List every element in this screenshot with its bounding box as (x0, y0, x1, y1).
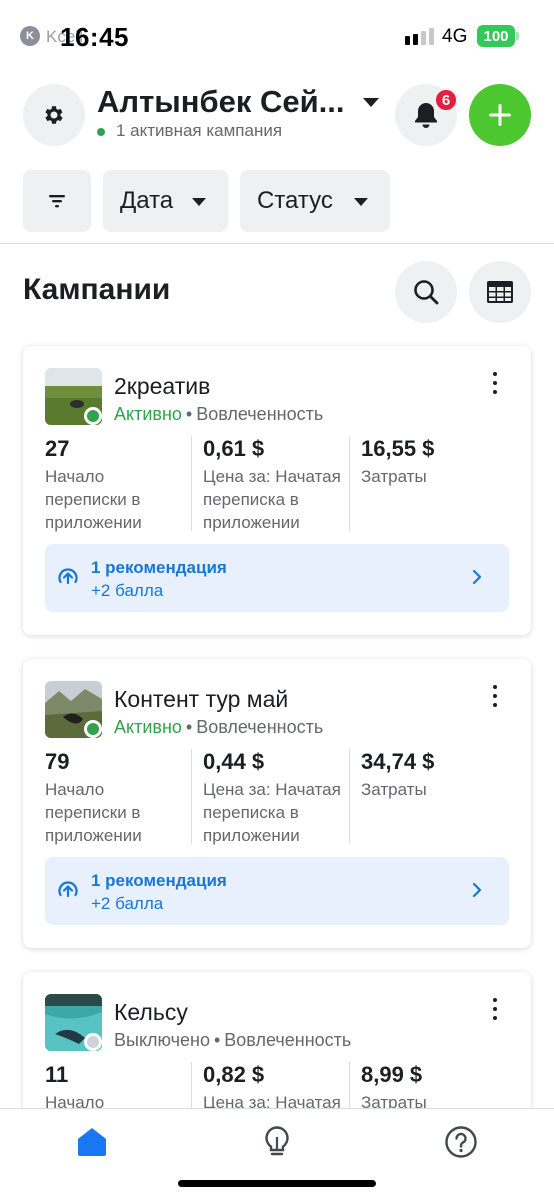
metric-value: 0,61 $ (203, 436, 265, 461)
campaign-name: 2креатив (114, 373, 211, 399)
metric-value: 11 (45, 1062, 69, 1087)
chevron-down-icon[interactable] (363, 98, 379, 107)
metric-value: 27 (45, 436, 70, 461)
network-type: 4G (442, 26, 468, 47)
recommendation-banner[interactable]: 1 рекомендация +2 балла (45, 544, 509, 612)
chevron-down-icon (354, 198, 368, 206)
metric: 27 Начало переписки в приложении (45, 436, 142, 534)
battery-level: 100 (483, 27, 509, 45)
account-status: 1 активная кампания (116, 121, 283, 140)
metric: 0,82 $ Цена за: Начатая (203, 1062, 341, 1114)
status-filter-dropdown[interactable]: Статус (240, 170, 390, 232)
filter-button[interactable] (23, 170, 91, 232)
battery-tip (516, 32, 519, 40)
metric-value: 79 (45, 749, 70, 774)
campaign-card[interactable]: Контент тур май Активно • Вовлеченность 79… (23, 659, 531, 948)
date-filter-label: Дата (120, 187, 174, 214)
metric-label: Цена за: Начатая переписка в приложении (203, 780, 341, 845)
metric: 0,44 $ Цена за: Начатая переписка в прил… (203, 749, 341, 847)
settings-button[interactable] (23, 84, 85, 146)
campaign-status: Активно (114, 404, 182, 424)
metric: 0,61 $ Цена за: Начатая переписка в прил… (203, 436, 341, 534)
metric-value: 0,44 $ (203, 749, 265, 774)
campaign-status-line: Активно • Вовлеченность (114, 717, 323, 738)
table-view-button[interactable] (469, 261, 531, 323)
status-dot (84, 407, 102, 425)
campaign-status: Активно (114, 717, 182, 737)
recommendation-title: 1 рекомендация (91, 558, 227, 577)
filter-icon (49, 195, 65, 208)
metric-label: Начало переписки в приложении (45, 467, 142, 532)
search-icon (414, 280, 439, 305)
metric-divider (349, 436, 350, 531)
more-options-icon[interactable] (485, 685, 505, 707)
clock: 16:45 (60, 22, 129, 52)
metric: 79 Начало переписки в приложении (45, 749, 142, 847)
metric-divider (191, 749, 192, 844)
status-bar: K Kcell 16:45 4G 100 (0, 0, 554, 72)
metric-label: Начало переписки в приложении (45, 780, 142, 845)
metric-divider (349, 749, 350, 844)
gear-icon (45, 106, 63, 124)
chevron-right-icon (472, 569, 482, 585)
campaign-name: Контент тур май (114, 686, 289, 712)
campaign-name: Кельсу (114, 999, 188, 1025)
campaign-status: Выключено (114, 1030, 210, 1050)
home-indicator[interactable] (178, 1180, 376, 1187)
notification-count-badge: 6 (434, 88, 458, 112)
metric-divider (191, 436, 192, 531)
active-status-dot (97, 128, 105, 136)
chevron-down-icon (192, 198, 206, 206)
separator-dot: • (213, 1030, 221, 1050)
recommendation-points: +2 балла (91, 894, 164, 913)
home-icon (78, 1128, 106, 1156)
metric-label: Цена за: Начатая переписка в приложении (203, 467, 341, 532)
arrow-up-circle-icon (58, 881, 78, 898)
header-divider (0, 243, 554, 244)
battery-icon: 100 (477, 25, 515, 47)
metric-label: Затраты (361, 467, 427, 486)
metric-value: 0,82 $ (203, 1062, 265, 1087)
campaign-status-line: Активно • Вовлеченность (114, 404, 323, 425)
metric-value: 8,99 $ (361, 1062, 423, 1087)
status-filter-label: Статус (257, 187, 333, 214)
metric: 11 Начало (45, 1062, 104, 1114)
nav-help[interactable] (443, 1124, 479, 1160)
campaign-objective: Вовлеченность (196, 404, 324, 424)
metric-label: Затраты (361, 780, 427, 799)
more-options-icon[interactable] (485, 372, 505, 394)
campaign-objective: Вовлеченность (224, 1030, 352, 1050)
search-button[interactable] (395, 261, 457, 323)
page-title: Кампании (23, 273, 171, 306)
separator-dot: • (185, 717, 193, 737)
metric: 34,74 $ Затраты (361, 749, 434, 801)
recommendation-banner[interactable]: 1 рекомендация +2 балла (45, 857, 509, 925)
metric-value: 34,74 $ (361, 749, 435, 774)
campaign-status-line: Выключено • Вовлеченность (114, 1030, 351, 1051)
metric: 8,99 $ Затраты (361, 1062, 427, 1114)
table-icon (487, 281, 513, 303)
separator-dot: • (185, 404, 193, 424)
signal-icon (405, 28, 434, 45)
more-options-icon[interactable] (485, 998, 505, 1020)
carrier-logo-icon: K (20, 26, 40, 46)
account-name[interactable]: Алтынбек Сей... (97, 84, 345, 120)
campaign-card[interactable]: 2креатив Активно • Вовлеченность 27 Начало… (23, 346, 531, 635)
date-filter-dropdown[interactable]: Дата (103, 170, 228, 232)
recommendation-title: 1 рекомендация (91, 871, 227, 890)
metric-value: 16,55 $ (361, 436, 435, 461)
lightbulb-icon (265, 1126, 289, 1156)
create-campaign-button[interactable] (469, 84, 531, 146)
nav-ideas[interactable] (259, 1124, 295, 1160)
status-dot (84, 1033, 102, 1051)
campaign-objective: Вовлеченность (196, 717, 324, 737)
chevron-right-icon (472, 882, 482, 898)
plus-icon (489, 104, 511, 126)
arrow-up-circle-icon (58, 568, 78, 585)
help-icon (445, 1126, 477, 1158)
metric: 16,55 $ Затраты (361, 436, 434, 488)
status-dot (84, 720, 102, 738)
recommendation-points: +2 балла (91, 581, 164, 600)
nav-home[interactable] (74, 1124, 110, 1160)
